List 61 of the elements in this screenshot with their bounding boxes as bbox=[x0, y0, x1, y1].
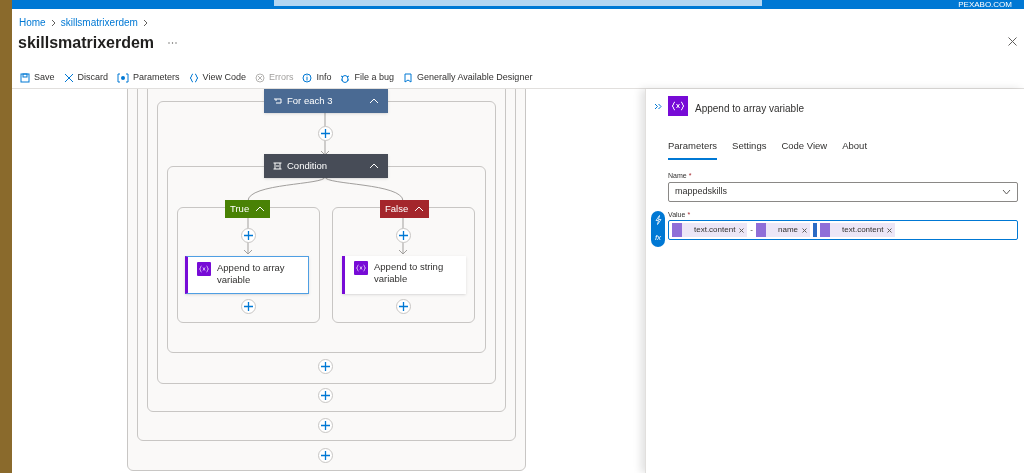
variable-icon bbox=[354, 261, 368, 275]
true-branch-header[interactable]: True bbox=[225, 200, 271, 218]
panel-tab[interactable]: About bbox=[842, 139, 868, 161]
variable-icon bbox=[820, 223, 831, 237]
error-icon bbox=[254, 72, 265, 83]
search-field[interactable] bbox=[274, 0, 762, 6]
toolbar-button[interactable]: Discard bbox=[63, 71, 109, 85]
remove-icon[interactable] bbox=[739, 227, 745, 233]
panel-tab[interactable]: Settings bbox=[732, 139, 767, 161]
expand-icon[interactable] bbox=[654, 103, 662, 110]
account-directory[interactable]: PEXABO.COM bbox=[958, 0, 1012, 10]
value-field[interactable]: text.content - name text.content bbox=[668, 220, 1018, 240]
action-card[interactable]: Append to array variable bbox=[185, 256, 309, 294]
token-chip[interactable]: text.content bbox=[820, 223, 896, 237]
panel-tab[interactable]: Code View bbox=[781, 139, 828, 161]
token-chip[interactable]: text.content bbox=[672, 223, 748, 237]
token-chip[interactable]: name bbox=[756, 223, 811, 237]
variable-icon bbox=[668, 96, 688, 116]
toolbar-button[interactable]: Info bbox=[302, 71, 332, 85]
action-card[interactable]: Append to string variable bbox=[342, 256, 466, 294]
remove-icon[interactable] bbox=[802, 227, 808, 233]
close-icon bbox=[63, 72, 74, 83]
save-icon bbox=[20, 72, 30, 83]
remove-icon[interactable] bbox=[887, 227, 893, 233]
toolbar-button[interactable]: Parameters bbox=[117, 71, 180, 85]
value-text: - bbox=[750, 224, 754, 236]
loop-node[interactable]: For each 3 bbox=[264, 89, 388, 113]
collapse-chevron-icon[interactable] bbox=[414, 206, 425, 212]
function-button[interactable]: fx bbox=[654, 231, 662, 244]
panel-tab[interactable]: Parameters bbox=[668, 139, 718, 161]
variable-icon bbox=[672, 223, 682, 237]
condition-icon bbox=[273, 162, 282, 170]
close-icon[interactable] bbox=[1008, 37, 1017, 46]
bug-icon bbox=[340, 72, 351, 83]
collapse-chevron-icon[interactable] bbox=[369, 163, 379, 169]
name-dropdown[interactable]: mappedskills bbox=[668, 182, 1018, 202]
expression-toggle[interactable]: fx bbox=[651, 211, 665, 247]
false-branch-header[interactable]: False bbox=[380, 200, 430, 218]
toolbar-button[interactable]: View Code bbox=[188, 71, 246, 85]
loop-icon bbox=[273, 97, 282, 105]
parameters-icon bbox=[117, 72, 130, 83]
collapse-chevron-icon[interactable] bbox=[255, 206, 266, 212]
info-icon bbox=[302, 72, 313, 83]
breadcrumb-link[interactable]: skillsmatrixerdem bbox=[60, 15, 138, 30]
variable-icon bbox=[197, 262, 211, 276]
code-braces-icon bbox=[188, 72, 199, 83]
page-title: skillsmatrixerdem bbox=[18, 33, 155, 53]
collapse-chevron-icon[interactable] bbox=[369, 98, 379, 104]
toolbar-button[interactable]: Generally Available Designer bbox=[403, 71, 533, 85]
condition-node[interactable]: Condition bbox=[264, 154, 388, 178]
chevron-right-icon bbox=[50, 18, 56, 27]
toolbar-button[interactable]: File a bug bbox=[340, 71, 394, 85]
toolbar-button[interactable]: Save bbox=[20, 71, 55, 85]
bookmark-icon bbox=[403, 72, 413, 83]
text-cursor bbox=[813, 223, 818, 237]
variable-icon bbox=[756, 223, 767, 237]
chevron-right-icon bbox=[142, 18, 148, 27]
panel-title: Append to array variable bbox=[695, 102, 804, 116]
breadcrumb-link[interactable]: Home bbox=[19, 15, 46, 30]
lightning-icon[interactable] bbox=[654, 214, 662, 225]
chevron-down-icon bbox=[1002, 189, 1011, 195]
